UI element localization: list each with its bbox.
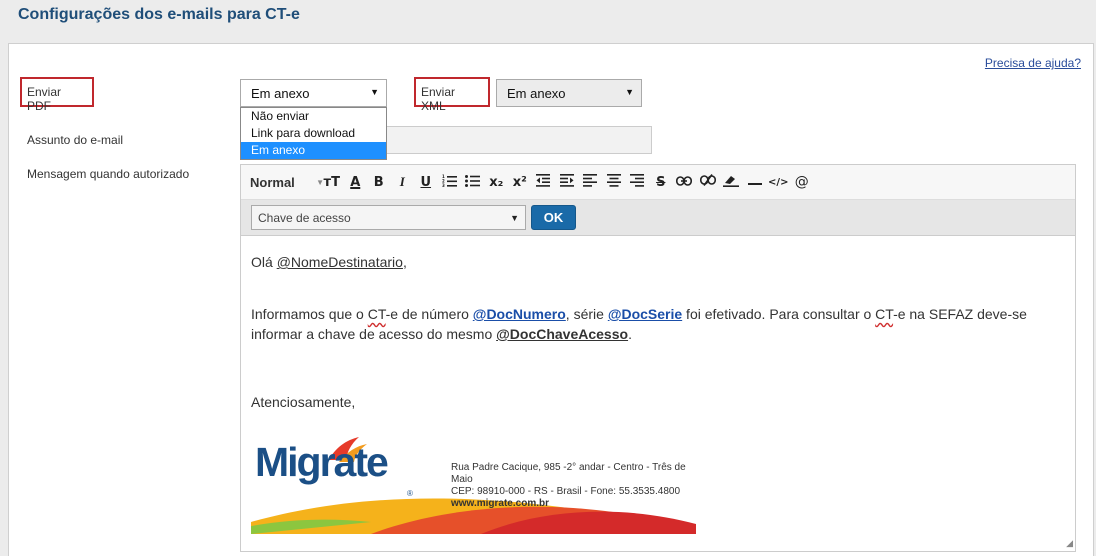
subject-label: Assunto do e-mail [27,133,124,147]
help-link[interactable]: Precisa de ajuda? [985,56,1081,70]
pdf-option-none[interactable]: Não enviar [241,108,386,125]
pdf-dropdown: Não enviar Link para download Em anexo [240,107,387,160]
pdf-option-attach[interactable]: Em anexo [241,142,386,159]
chevron-down-icon: ▼ [510,213,519,223]
bullet-list-icon[interactable] [461,174,485,191]
outdent-icon[interactable] [532,173,556,191]
underline-icon[interactable]: U [414,175,438,190]
xml-label-box: Enviar XML [414,77,490,113]
pdf-label-box: Enviar PDF [20,77,94,113]
font-color-icon[interactable]: A [344,175,368,190]
rich-text-editor: Normal ▼ тT A B I U 123 x₂ x² S </> @ Ch… [240,164,1076,552]
body-line-1: Informamos que o CT-e de número @DocNume… [251,306,1027,322]
format-select[interactable]: Normal ▼ [250,175,324,190]
svg-text:3: 3 [442,183,445,187]
variable-row: Chave de acesso ▼ OK [241,200,1075,236]
registered-mark: ® [407,489,413,498]
doc-series-variable: @DocSerie [607,306,683,322]
code-icon[interactable]: </> [767,177,791,188]
signature-logo: Migrate ® Rua Padre Cacique, 985 -2° and… [251,434,696,534]
pdf-label: Enviar PDF [27,85,62,113]
pdf-select[interactable]: Em anexo ▼ [240,79,387,107]
chevron-down-icon: ▼ [370,87,379,97]
message-label: Mensagem quando autorizado [27,167,190,181]
brand-logo-text: Migrate [255,439,389,485]
xml-select-value: Em anexo [507,86,566,101]
recipient-variable: @NomeDestinatario [276,254,403,270]
align-left-icon[interactable] [579,173,603,191]
access-key-variable: @DocChaveAcesso [496,326,629,342]
horizontal-rule-icon[interactable] [743,175,767,190]
greeting-line: Olá @NomeDestinatario, [251,254,407,270]
italic-icon[interactable]: I [391,174,415,190]
xml-label: Enviar XML [421,85,456,113]
strikethrough-icon[interactable]: S [649,175,673,190]
unlink-icon[interactable] [696,174,720,190]
closing-line: Atenciosamente, [251,394,356,410]
page-title: Configurações dos e-mails para CT-e [18,6,300,23]
subscript-icon[interactable]: x₂ [485,175,509,190]
ok-button[interactable]: OK [531,205,576,230]
align-center-icon[interactable] [602,173,626,191]
resize-handle-icon[interactable]: ◢ [1066,538,1073,549]
body-line-2: informar a chave de acesso do mesmo @Doc… [251,326,632,342]
chevron-down-icon: ▼ [316,177,324,187]
mention-icon[interactable]: @ [790,174,814,190]
ordered-list-icon[interactable]: 123 [438,174,462,191]
editor-content[interactable]: Olá @NomeDestinatario, Informamos que o … [241,236,1075,534]
indent-icon[interactable] [555,173,579,191]
chevron-down-icon: ▼ [625,87,634,97]
superscript-icon[interactable]: x² [508,175,532,190]
variable-select[interactable]: Chave de acesso ▼ [251,205,526,230]
settings-panel: Precisa de ajuda? Enviar PDF Em anexo ▼ … [8,43,1094,556]
bold-icon[interactable]: B [367,175,391,190]
clear-format-icon[interactable] [720,174,744,191]
pdf-select-value: Em anexo [251,86,310,101]
link-icon[interactable] [673,175,697,190]
xml-select[interactable]: Em anexo ▼ [496,79,642,107]
editor-toolbar: Normal ▼ тT A B I U 123 x₂ x² S </> @ [241,165,1075,200]
pdf-option-link[interactable]: Link para download [241,125,386,142]
signature-address: Rua Padre Cacique, 985 -2° andar - Centr… [451,462,686,509]
align-right-icon[interactable] [626,173,650,191]
doc-number-variable: @DocNumero [472,306,566,322]
